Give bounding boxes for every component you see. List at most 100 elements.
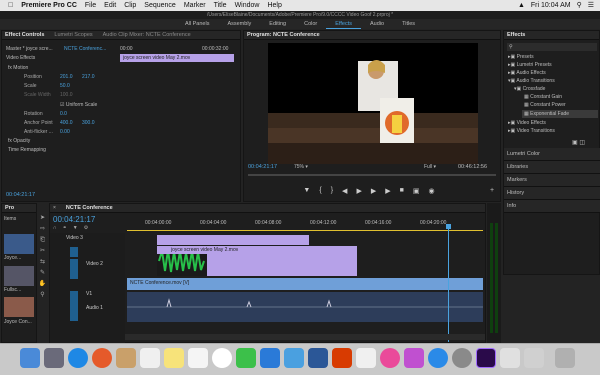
effect-video-effects[interactable]: ▸▣ Video Effects [508,120,546,126]
play-icon[interactable]: ▶ [356,187,361,197]
preview-icon[interactable] [356,348,376,368]
program-timecode[interactable]: 00:04:21:17 [248,164,277,170]
mark-out-icon[interactable]: { [319,187,321,197]
mail-icon[interactable] [284,348,304,368]
target-a1[interactable] [70,291,78,321]
go-to-out-icon[interactable]: ▶ [385,187,390,197]
target-v2-bar[interactable] [70,259,78,279]
trash-icon[interactable] [555,348,575,368]
menu-help[interactable]: Help [267,2,281,9]
master-clip-label[interactable]: Master * joyce scre... [6,46,53,52]
search-icon[interactable]: ⚲ [577,1,582,9]
sequence-clip-label[interactable]: NCTE Conferenc... [64,46,106,52]
mark-in-icon[interactable]: ▼ [303,187,310,197]
effect-crossfade[interactable]: ▾▣ Crossfade [514,86,545,92]
system-preferences-icon[interactable] [452,348,472,368]
new-bin-icon[interactable]: ▣ [572,140,578,146]
effect-video-transitions[interactable]: ▸▣ Video Transitions [508,128,555,134]
anchor-y[interactable]: 300.0 [82,120,95,126]
panel-lumetri-color[interactable]: Lumetri Color [504,148,600,161]
menu-sequence[interactable]: Sequence [144,2,176,9]
tab-project[interactable]: Pro [5,205,14,211]
timeline-timecode[interactable]: 00:04:21:17 [53,215,95,224]
track-v3-label[interactable]: Video 3 [66,235,83,241]
clip-v1[interactable]: NCTE Conference.mov [V] [127,278,483,290]
app-menu[interactable]: Premiere Pro CC [21,2,77,9]
effect-lumetri-presets[interactable]: ▸▣ Lumetri Presets [508,62,552,68]
wifi-icon[interactable]: ▲ [518,2,525,9]
apple-menu-icon[interactable]:  [8,2,13,9]
position-y[interactable]: 217.0 [82,74,95,80]
go-to-in-icon[interactable]: } [331,187,333,197]
panel-markers[interactable]: Markers [504,174,600,187]
panel-info[interactable]: Info [504,200,600,213]
tab-lumetri-scopes[interactable]: Lumetri Scopes [54,32,92,38]
clip-v2[interactable]: joyce screen video May 2.mov [157,246,357,254]
panel-libraries[interactable]: Libraries [504,161,600,174]
lift-icon[interactable]: ■ [400,187,404,197]
ec-timecode[interactable]: 00:04:21:17 [6,192,35,198]
downloads-icon[interactable] [500,348,520,368]
opacity-row[interactable]: fx Opacity [8,138,30,144]
ws-titles[interactable]: Titles [393,19,424,29]
trash-icon[interactable]: ◫ [579,140,585,146]
anti-flicker-value[interactable]: 0.00 [60,129,70,135]
messages-icon[interactable] [236,348,256,368]
app-store-icon[interactable] [428,348,448,368]
photos-icon[interactable] [212,348,232,368]
clip-v3[interactable] [157,235,309,245]
zoom-tool-icon[interactable]: ⚲ [37,290,48,301]
menu-title[interactable]: Title [214,2,227,9]
ripple-edit-tool-icon[interactable]: ⎗ [37,235,48,246]
wrench-icon[interactable]: ⚙ [84,225,88,231]
ws-all-panels[interactable]: All Panels [176,19,218,29]
track-v2-label[interactable]: Video 2 [86,261,103,267]
clip-v2-body[interactable] [207,254,357,276]
clip-a1[interactable] [127,292,483,322]
work-area-bar[interactable] [127,230,483,231]
project-thumb-1[interactable] [4,234,34,254]
menu-edit[interactable]: Edit [104,2,116,9]
effect-exponential-fade[interactable]: ▦ Exponential Fade [522,110,598,118]
anchor-x[interactable]: 400.0 [60,120,73,126]
step-forward-icon[interactable]: ▶ [371,187,376,197]
finder-icon[interactable] [20,348,40,368]
tab-program[interactable]: Program: NCTE Conference [247,32,320,38]
position-x[interactable]: 201.0 [60,74,73,80]
ibooks-icon[interactable] [404,348,424,368]
documents-icon[interactable] [524,348,544,368]
slip-tool-icon[interactable]: ⇆ [37,257,48,268]
playhead-handle[interactable] [446,224,451,229]
menu-clip[interactable]: Clip [124,2,136,9]
itunes-icon[interactable] [380,348,400,368]
tab-effect-controls[interactable]: Effect Controls [5,32,44,38]
target-v2[interactable] [70,247,78,257]
ws-assembly[interactable]: Assembly [218,19,260,29]
tab-audio-clip-mixer[interactable]: Audio Clip Mixer: NCTE Conference [103,32,191,38]
ws-editing[interactable]: Editing [260,19,295,29]
rotation-value[interactable]: 0.0 [60,111,67,117]
add-marker-icon[interactable]: ▼ [73,225,78,231]
word-icon[interactable] [308,348,328,368]
menu-marker[interactable]: Marker [184,2,206,9]
panel-history[interactable]: History [504,187,600,200]
step-back-icon[interactable]: ◀ [342,187,347,197]
clock[interactable]: Fri 10:04 AM [531,2,571,9]
timeline-scrollbar[interactable] [125,334,485,340]
motion-row[interactable]: fx Motion [8,65,28,71]
tab-sequence[interactable]: NCTE Conference [66,205,113,211]
firefox-icon[interactable] [92,348,112,368]
contacts-icon[interactable] [116,348,136,368]
playhead[interactable] [448,224,449,342]
close-icon[interactable]: × [53,205,56,211]
scrub-bar[interactable] [248,174,496,176]
linked-selection-icon[interactable]: ⚭ [63,225,67,231]
snap-icon[interactable]: ∩ [53,225,57,231]
quality-dropdown[interactable]: Full ▾ [424,164,436,170]
hand-tool-icon[interactable]: ✋ [37,279,48,290]
track-select-tool-icon[interactable]: ⇨ [37,224,48,235]
effect-audio-effects[interactable]: ▸▣ Audio Effects [508,70,546,76]
effect-presets[interactable]: ▸▣ Presets [508,54,534,60]
ec-clip-bar[interactable]: joyce screen video May 2.mov [120,54,234,62]
razor-tool-icon[interactable]: ✂ [37,246,48,257]
